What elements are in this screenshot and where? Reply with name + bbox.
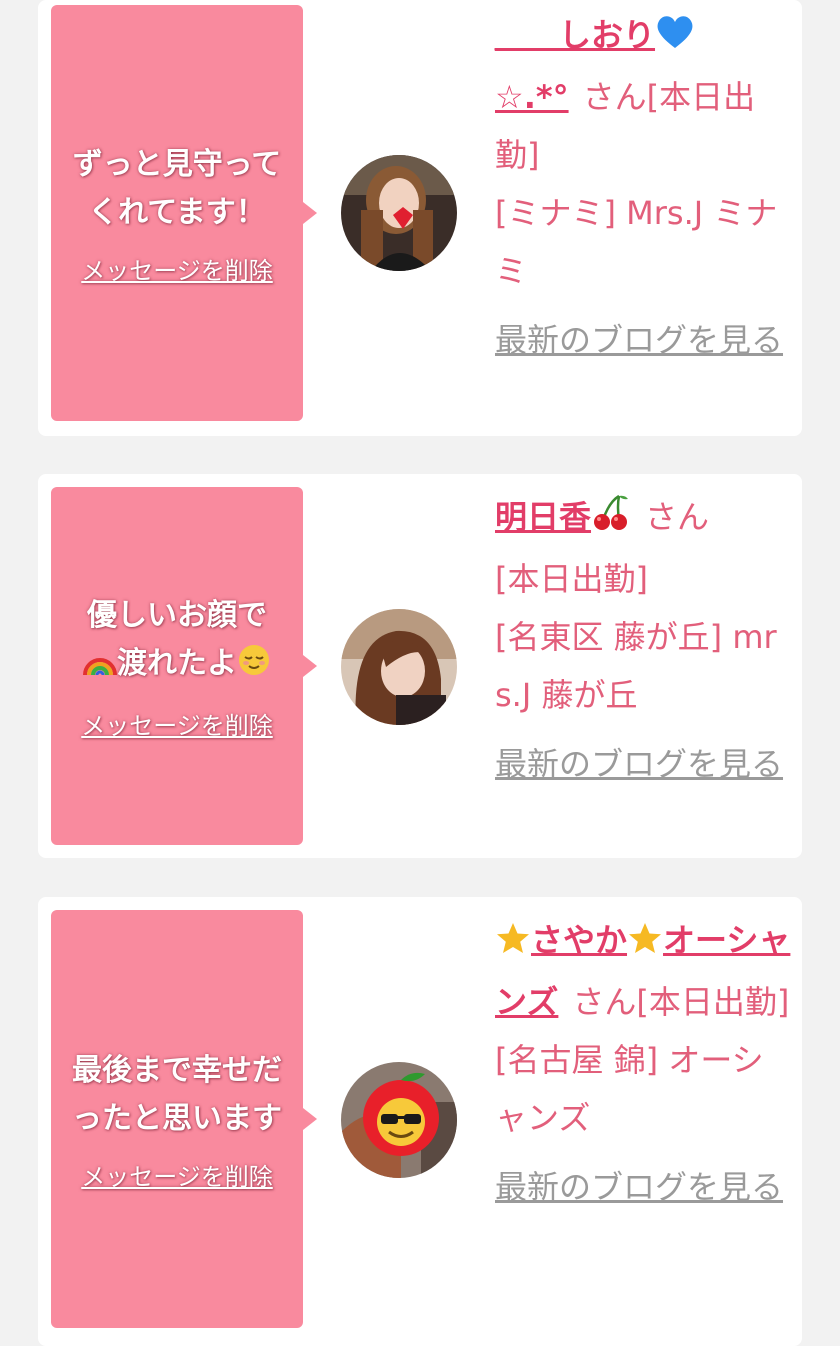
shop-name: [名古屋 錦] オーシャンズ bbox=[495, 1041, 764, 1137]
latest-blog-link[interactable]: 最新のブログを見る bbox=[495, 1159, 791, 1215]
message-text: 最後まで幸せだ ったと思います bbox=[72, 1052, 282, 1136]
latest-blog-link[interactable]: 最新のブログを見る bbox=[495, 736, 791, 792]
cherries-icon bbox=[591, 492, 631, 550]
delete-message-link[interactable]: メッセージを削除 bbox=[81, 1157, 273, 1192]
star-icon bbox=[495, 915, 531, 973]
message-text: ずっと見守って くれてます！ bbox=[72, 146, 282, 230]
message-bubble: 優しいお顔で 渡れたよ メッセージを削除 bbox=[51, 487, 317, 845]
latest-blog-link[interactable]: 最新のブログを見る bbox=[495, 312, 791, 368]
avatar[interactable] bbox=[341, 609, 457, 725]
message-bubble: 最後まで幸せだ ったと思います メッセージを削除 bbox=[51, 910, 317, 1328]
star-icon bbox=[627, 915, 663, 973]
cast-info: ＿＿しおり ☆.*° さん[本日出勤] [ミナミ] Mrs.J ミナミ 最新のブログ… bbox=[495, 6, 791, 368]
avatar[interactable] bbox=[341, 155, 457, 271]
cast-name-link[interactable]: 明日香 bbox=[495, 494, 631, 536]
message-card: 最後まで幸せだ ったと思います メッセージを削除 さやか オーシャンズ さん[本日出… bbox=[38, 897, 802, 1346]
message-card: 優しいお顔で 渡れたよ メッセージを削除 明日香 さん [本日出勤] [名東区 藤… bbox=[38, 474, 802, 858]
delete-message-link[interactable]: メッセージを削除 bbox=[81, 706, 273, 741]
cast-info: 明日香 さん [本日出勤] [名東区 藤が丘] mrs.J 藤が丘 最新のブログを… bbox=[495, 488, 791, 792]
avatar[interactable] bbox=[341, 1062, 457, 1178]
delete-message-link[interactable]: メッセージを削除 bbox=[81, 251, 273, 286]
message-text: 優しいお顔で 渡れたよ bbox=[75, 592, 279, 692]
relieved-face-icon bbox=[237, 643, 271, 692]
shop-name: [名東区 藤が丘] mrs.J 藤が丘 bbox=[495, 618, 777, 714]
blue-heart-icon bbox=[655, 10, 695, 68]
message-card: ずっと見守って くれてます！ メッセージを削除 ＿＿しおり ☆.*° さん[本日出勤… bbox=[38, 0, 802, 436]
rainbow-icon bbox=[83, 644, 117, 692]
message-bubble: ずっと見守って くれてます！ メッセージを削除 bbox=[51, 5, 317, 421]
cast-info: さやか オーシャンズ さん[本日出勤] [名古屋 錦] オーシャンズ 最新のブログを… bbox=[495, 911, 791, 1215]
shop-name: [ミナミ] Mrs.J ミナミ bbox=[495, 194, 778, 290]
